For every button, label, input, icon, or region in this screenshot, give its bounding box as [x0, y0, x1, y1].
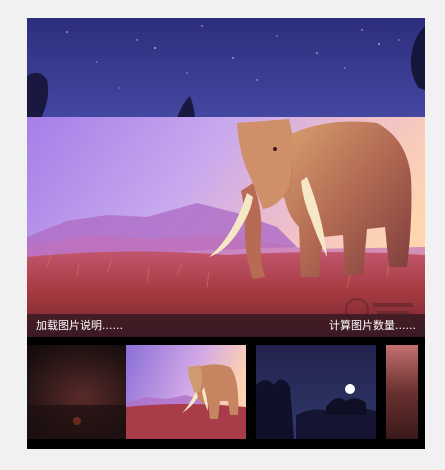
thumbnail-dark-sunset[interactable]	[27, 345, 137, 439]
image-description-text: 加载图片说明......	[36, 319, 123, 332]
previous-slide-image	[27, 18, 425, 118]
caption-bar: 加载图片说明...... 计算图片数量......	[27, 314, 425, 337]
image-count-text: 计算图片数量......	[329, 319, 416, 332]
thumbnail-partial[interactable]	[386, 345, 418, 439]
thumbnail-elephant[interactable]	[126, 345, 246, 439]
thumbnail-night-jungle[interactable]	[256, 345, 376, 439]
main-slide-image[interactable]	[27, 117, 425, 337]
image-gallery: 加载图片说明...... 计算图片数量......	[27, 18, 425, 449]
thumbnail-strip	[27, 338, 425, 449]
